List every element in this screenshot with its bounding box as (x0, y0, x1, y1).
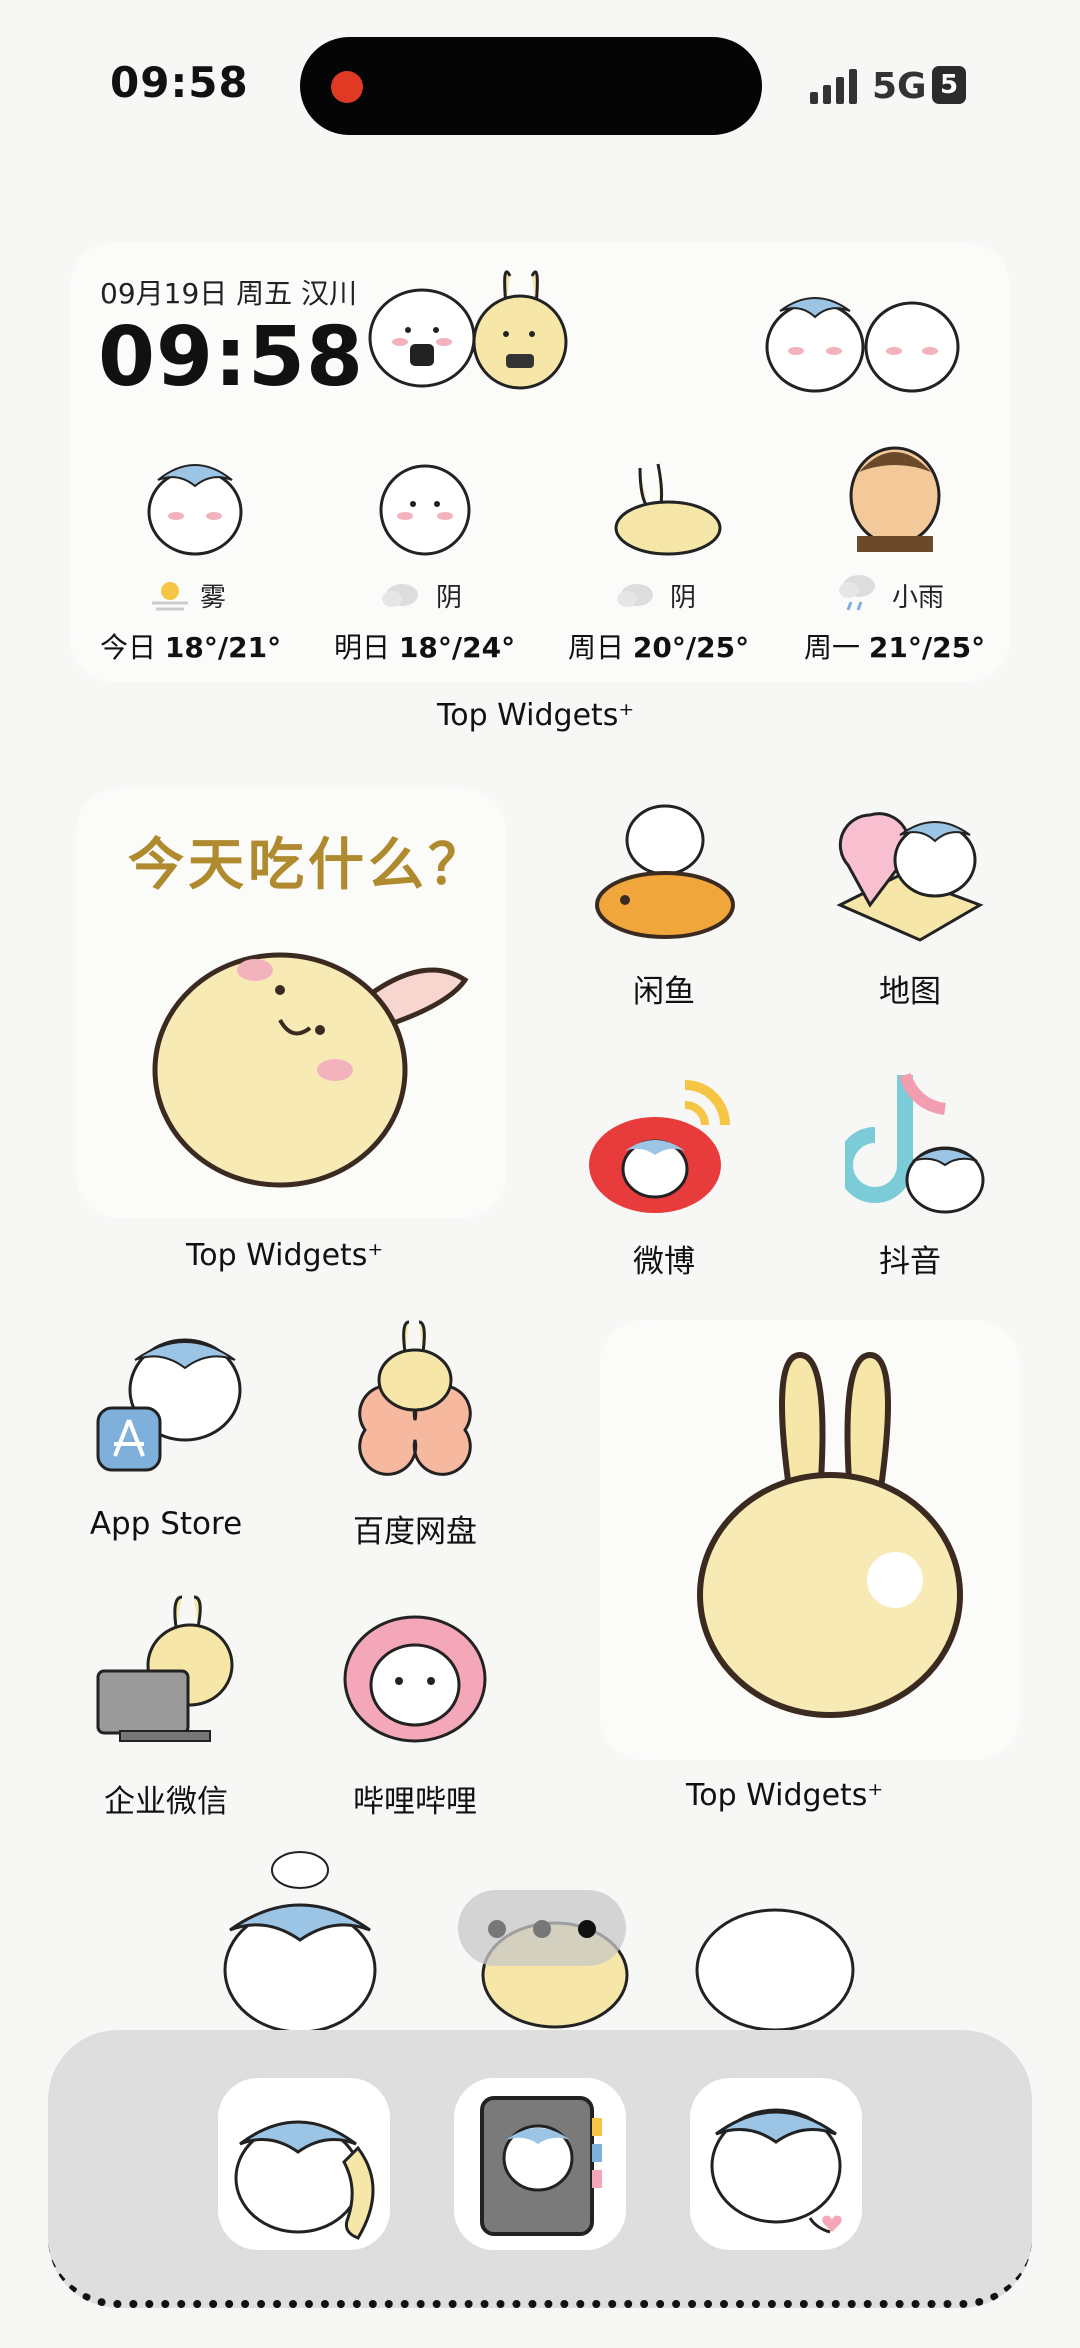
app-label-xianyu: 闲鱼 (633, 974, 695, 1010)
rain-cloud-icon (835, 570, 879, 621)
weather-condition: 小雨 (892, 583, 945, 613)
app-label-wecom: 企业微信 (104, 1784, 228, 1820)
messages-app-icon[interactable] (690, 2078, 862, 2250)
app-label-map: 地图 (879, 974, 941, 1010)
douyin-app-icon[interactable] (845, 1065, 1005, 1225)
status-time: 09:58 (110, 58, 249, 107)
app-store-app-icon[interactable] (90, 1320, 250, 1480)
widget-label: Top Widgets⁺ (437, 698, 635, 733)
wecom-app-icon[interactable] (90, 1595, 250, 1755)
bilibili-app-icon[interactable] (335, 1595, 495, 1755)
widget-label: Top Widgets⁺ (686, 1778, 884, 1813)
baidu-netdisk-app-icon[interactable] (335, 1320, 495, 1480)
battery-icon: 5 (932, 66, 966, 104)
app-label-app-store: App Store (89, 1506, 243, 1542)
blue-hat-character-icon (147, 464, 243, 556)
forecast-monday: 周一 21°/25° (804, 631, 986, 664)
contacts-app-icon[interactable] (454, 2078, 626, 2250)
xianyu-app-icon[interactable] (585, 795, 745, 955)
page-dot (533, 1920, 551, 1938)
recording-indicator-icon (331, 71, 363, 103)
page-dot-active (578, 1920, 596, 1938)
map-app-icon[interactable] (830, 795, 990, 955)
weather-icon-today (150, 575, 190, 618)
two-characters-icon (765, 297, 960, 393)
hamster-character-icon (379, 464, 471, 556)
forecast-sunday: 周日 20°/25° (568, 631, 750, 664)
forecast-tomorrow: 明日 18°/24° (334, 631, 516, 664)
forecast-today: 今日 18°/21° (100, 631, 282, 664)
lying-bunny-icon (614, 463, 722, 556)
widget-date: 09月19日 周五 汉川 (100, 277, 358, 310)
cloud-icon (380, 577, 420, 616)
phone-app-icon[interactable] (218, 2078, 390, 2250)
bunny-back-icon (697, 1351, 963, 1718)
widget-label: Top Widgets⁺ (186, 1238, 384, 1273)
signal-strength-icon (810, 69, 857, 104)
hamster-and-bunny-eating-icon (368, 270, 568, 390)
widget-clock: 09:58 (98, 310, 365, 405)
weibo-app-icon[interactable] (585, 1065, 745, 1225)
chestnut-character-icon (849, 446, 941, 552)
cloud-icon (615, 577, 655, 616)
app-label-baidu-netdisk: 百度网盘 (353, 1514, 477, 1550)
app-label-douyin: 抖音 (879, 1244, 941, 1280)
page-dot (488, 1920, 506, 1938)
app-label-weibo: 微博 (633, 1244, 695, 1280)
food-widget-title: 今天吃什么？ (128, 833, 488, 898)
network-type: 5G (872, 66, 927, 107)
app-label-bilibili: 哔哩哔哩 (353, 1784, 477, 1820)
flying-bunny-icon (152, 952, 469, 1188)
weather-condition: 阴 (436, 583, 463, 613)
dynamic-island (300, 37, 762, 135)
weather-condition: 雾 (200, 583, 227, 613)
page-indicator[interactable] (458, 1890, 626, 1966)
weather-condition: 阴 (670, 583, 697, 613)
